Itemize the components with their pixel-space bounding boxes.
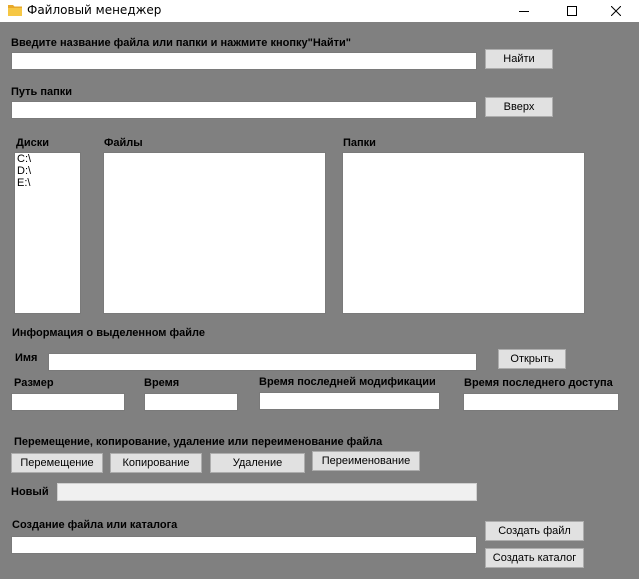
create-name-input[interactable]: [11, 536, 477, 554]
move-button[interactable]: Перемещение: [11, 453, 103, 473]
size-field[interactable]: [11, 393, 125, 411]
operations-heading: Перемещение, копирование, удаление или п…: [14, 436, 383, 448]
minimize-button[interactable]: [501, 0, 547, 22]
close-icon: [611, 6, 621, 16]
modified-time-field[interactable]: [259, 392, 440, 410]
new-name-label: Новый: [11, 486, 49, 498]
path-input[interactable]: [11, 101, 477, 119]
files-label: Файлы: [104, 137, 143, 149]
accessed-time-field[interactable]: [463, 393, 619, 411]
copy-button[interactable]: Копирование: [110, 453, 202, 473]
search-label: Введите название файла или папки и нажми…: [11, 37, 352, 49]
name-field[interactable]: [48, 353, 477, 371]
modified-time-label: Время последней модификации: [259, 376, 436, 388]
drives-label: Диски: [16, 137, 49, 149]
new-name-field[interactable]: [57, 483, 477, 501]
accessed-time-label: Время последнего доступа: [464, 377, 613, 389]
create-file-button[interactable]: Создать файл: [485, 521, 584, 541]
folders-label: Папки: [343, 137, 376, 149]
folder-icon: [8, 5, 22, 16]
time-field[interactable]: [144, 393, 238, 411]
create-folder-button[interactable]: Создать каталог: [485, 548, 584, 568]
files-list[interactable]: [103, 152, 326, 314]
find-button[interactable]: Найти: [485, 49, 553, 69]
rename-button[interactable]: Переименование: [312, 451, 420, 471]
close-button[interactable]: [593, 0, 639, 22]
size-label: Размер: [14, 377, 54, 389]
name-label: Имя: [15, 352, 38, 364]
minimize-icon: [519, 11, 529, 12]
search-input[interactable]: [11, 52, 477, 70]
open-button[interactable]: Открыть: [498, 349, 566, 369]
folders-list[interactable]: [342, 152, 585, 314]
list-item[interactable]: D:\: [15, 165, 80, 177]
drives-list[interactable]: C:\ D:\ E:\: [14, 152, 81, 314]
window-title: Файловый менеджер: [27, 3, 162, 17]
up-button[interactable]: Вверх: [485, 97, 553, 117]
delete-button[interactable]: Удаление: [210, 453, 305, 473]
list-item[interactable]: E:\: [15, 177, 80, 189]
create-heading: Создание файла или каталога: [12, 519, 178, 531]
list-item[interactable]: C:\: [15, 153, 80, 165]
maximize-button[interactable]: [549, 0, 595, 22]
time-label: Время: [144, 377, 180, 389]
info-heading: Информация о выделенном файле: [12, 327, 205, 339]
path-label: Путь папки: [11, 86, 73, 98]
maximize-icon: [567, 6, 577, 16]
title-bar: Файловый менеджер: [0, 0, 639, 22]
